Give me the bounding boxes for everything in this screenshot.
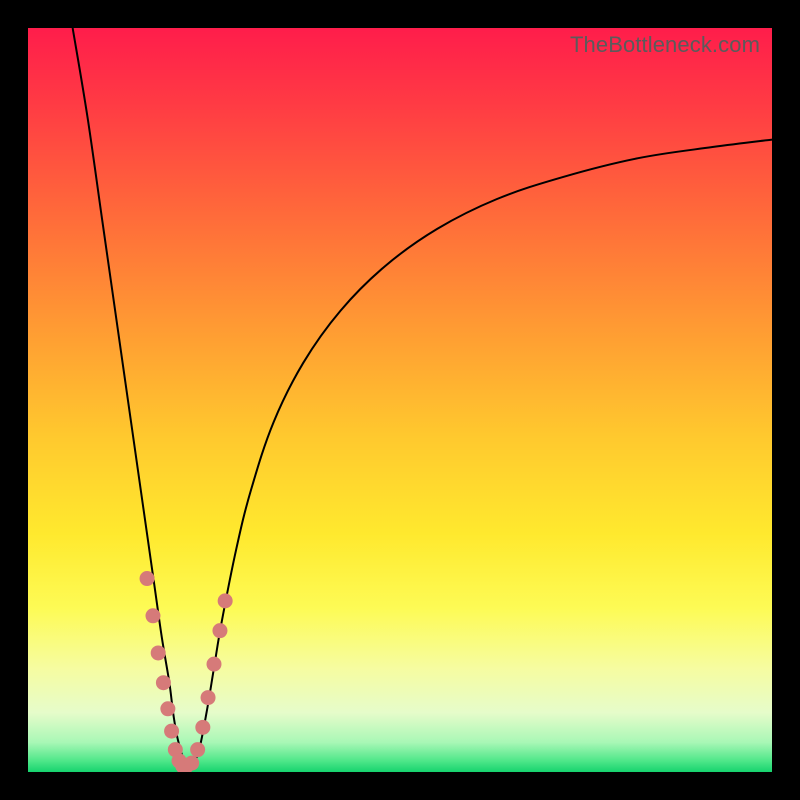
sample-dot xyxy=(160,701,175,716)
sample-dot xyxy=(190,742,205,757)
curves-layer xyxy=(28,28,772,772)
sample-dot xyxy=(201,690,216,705)
chart-frame: TheBottleneck.com xyxy=(0,0,800,800)
sample-dot xyxy=(151,645,166,660)
sample-dot xyxy=(218,593,233,608)
sample-dot xyxy=(164,724,179,739)
sample-dots-group xyxy=(140,571,233,772)
sample-dot xyxy=(140,571,155,586)
sample-dot xyxy=(145,608,160,623)
sample-dot xyxy=(212,623,227,638)
curve-left-branch xyxy=(73,28,192,768)
sample-dot xyxy=(156,675,171,690)
sample-dot xyxy=(207,657,222,672)
sample-dot xyxy=(184,756,199,771)
sample-dot xyxy=(195,720,210,735)
plot-area: TheBottleneck.com xyxy=(28,28,772,772)
curve-right-branch xyxy=(192,140,772,769)
